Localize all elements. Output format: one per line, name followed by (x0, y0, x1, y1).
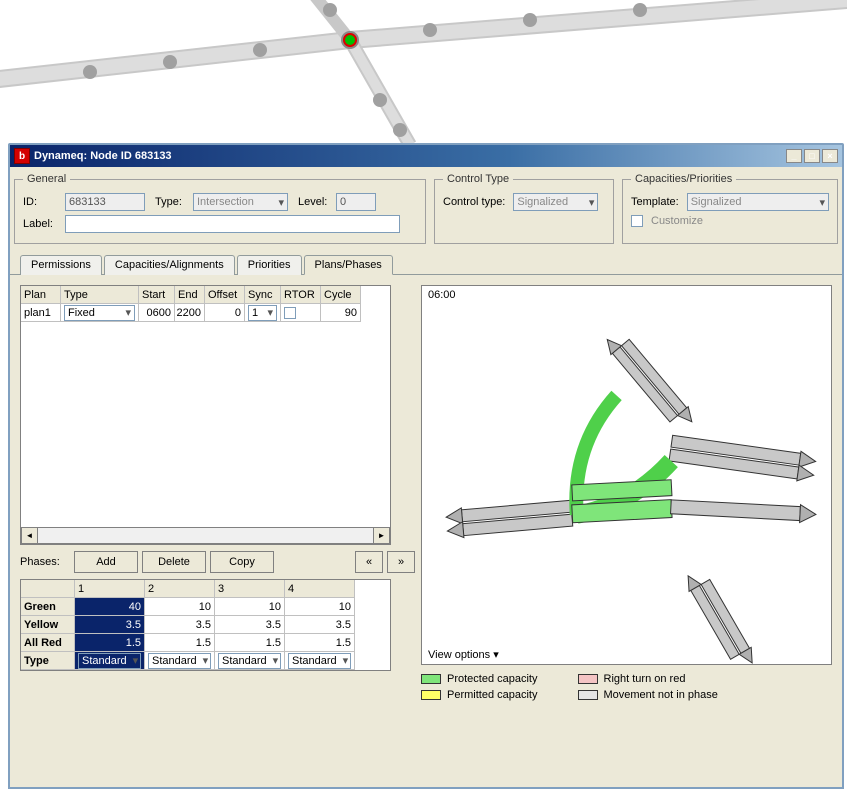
prev-phase-button[interactable]: « (355, 551, 383, 573)
phase-col-1[interactable]: 1 (75, 580, 145, 598)
chevron-down-icon: ▾ (267, 654, 279, 667)
control-type-combo[interactable]: Signalized▾ (513, 193, 598, 211)
type-label: Type: (155, 196, 189, 208)
tabstrip: Permissions Capacities/Alignments Priori… (10, 254, 842, 275)
col-end[interactable]: End (175, 286, 205, 304)
level-label: Level: (298, 196, 332, 208)
control-type-label: Control type: (443, 196, 505, 208)
row-allred: All Red (21, 634, 75, 652)
tab-plans-phases[interactable]: Plans/Phases (304, 255, 393, 275)
general-legend: General (23, 173, 70, 185)
network-map (0, 0, 847, 150)
customize-label: Customize (651, 215, 703, 227)
movement-diagram-svg (422, 286, 831, 664)
chevron-down-icon: ▾ (261, 306, 273, 319)
app-icon: b (14, 148, 30, 164)
type-combo[interactable]: Intersection▾ (193, 193, 288, 211)
plan-row[interactable]: plan1 Fixed▾ 0600 2200 0 1▾ 90 (21, 304, 390, 322)
row-green: Green (21, 598, 75, 616)
id-field[interactable] (65, 193, 145, 211)
capacities-legend: Capacities/Priorities (631, 173, 736, 185)
phase-diagram[interactable]: 06:00 (421, 285, 832, 665)
col-sync[interactable]: Sync (245, 286, 281, 304)
phases-label: Phases: (20, 556, 70, 568)
chevron-down-icon: ▾ (119, 306, 131, 319)
col-plan[interactable]: Plan (21, 286, 61, 304)
node-editor-window: b Dynameq: Node ID 683133 _ □ × General … (8, 143, 844, 789)
view-options-link[interactable]: View options ▾ (428, 648, 499, 661)
tab-capacities-alignments[interactable]: Capacities/Alignments (104, 255, 235, 275)
phase-col-3[interactable]: 3 (215, 580, 285, 598)
phase-table[interactable]: 1 2 3 4 Green 40 10 10 10 Yellow 3.5 3.5… (20, 579, 391, 671)
capacities-group: Capacities/Priorities Template: Signaliz… (622, 173, 838, 244)
phase-col-2[interactable]: 2 (145, 580, 215, 598)
label-label: Label: (23, 218, 61, 230)
next-phase-button[interactable]: » (387, 551, 415, 573)
col-offset[interactable]: Offset (205, 286, 245, 304)
chevron-down-icon: ▾ (583, 196, 595, 209)
scroll-left-button[interactable]: ◄ (21, 527, 38, 544)
general-group: General ID: Type: Intersection▾ Level: L… (14, 173, 426, 244)
close-button[interactable]: × (822, 149, 838, 163)
rtor-swatch (578, 674, 598, 684)
notinphase-swatch (578, 690, 598, 700)
row-yellow: Yellow (21, 616, 75, 634)
minimize-button[interactable]: _ (786, 149, 802, 163)
chevron-down-icon: ▾ (337, 654, 349, 667)
row-type: Type (21, 652, 75, 670)
template-combo[interactable]: Signalized▾ (687, 193, 829, 211)
col-type[interactable]: Type (61, 286, 139, 304)
col-cycle[interactable]: Cycle (321, 286, 361, 304)
diagram-legend: Protected capacity Permitted capacity Ri… (421, 673, 832, 701)
col-start[interactable]: Start (139, 286, 175, 304)
col-rtor[interactable]: RTOR (281, 286, 321, 304)
phase-button-bar: Phases: Add Delete Copy « » (20, 551, 415, 573)
diagram-time: 06:00 (428, 289, 456, 301)
copy-phase-button[interactable]: Copy (210, 551, 274, 573)
add-phase-button[interactable]: Add (74, 551, 138, 573)
plan-grid-hscroll[interactable]: ◄ ► (21, 527, 390, 544)
label-field[interactable] (65, 215, 400, 233)
level-field[interactable] (336, 193, 376, 211)
window-title: Dynameq: Node ID 683133 (34, 150, 172, 162)
tab-priorities[interactable]: Priorities (237, 255, 302, 275)
scroll-right-button[interactable]: ► (373, 527, 390, 544)
chevron-down-icon: ▾ (813, 196, 825, 209)
chevron-down-icon: ▾ (127, 654, 139, 667)
control-type-legend: Control Type (443, 173, 513, 185)
id-label: ID: (23, 196, 61, 208)
chevron-down-icon: ▾ (197, 654, 209, 667)
rtor-checkbox[interactable] (284, 307, 296, 319)
maximize-button[interactable]: □ (804, 149, 820, 163)
chevron-down-icon: ▾ (490, 649, 499, 661)
control-type-group: Control Type Control type: Signalized▾ (434, 173, 614, 244)
customize-checkbox[interactable] (631, 215, 643, 227)
permitted-swatch (421, 690, 441, 700)
phase-col-4[interactable]: 4 (285, 580, 355, 598)
plan-grid[interactable]: Plan Type Start End Offset Sync RTOR Cyc… (20, 285, 391, 545)
plan-grid-header: Plan Type Start End Offset Sync RTOR Cyc… (21, 286, 390, 304)
chevron-down-icon: ▾ (272, 196, 284, 209)
protected-swatch (421, 674, 441, 684)
titlebar[interactable]: b Dynameq: Node ID 683133 _ □ × (10, 145, 842, 167)
tab-permissions[interactable]: Permissions (20, 255, 102, 275)
delete-phase-button[interactable]: Delete (142, 551, 206, 573)
template-label: Template: (631, 196, 679, 208)
